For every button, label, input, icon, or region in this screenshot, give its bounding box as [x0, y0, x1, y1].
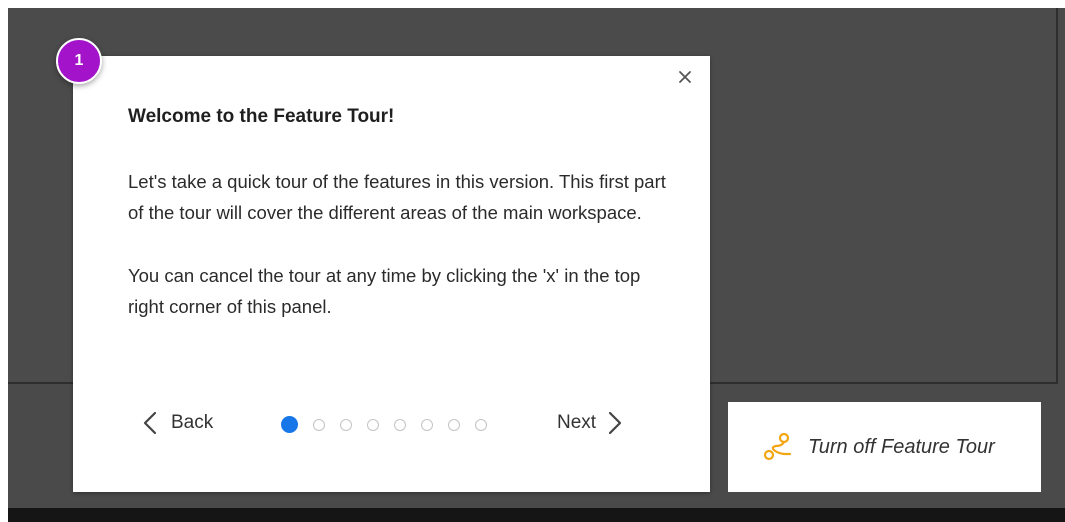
- back-button[interactable]: Back: [143, 408, 213, 438]
- close-button[interactable]: [674, 66, 696, 88]
- feature-tour-panel: Welcome to the Feature Tour! Let's take …: [73, 56, 710, 492]
- pager-dot-4[interactable]: [367, 418, 379, 431]
- pager-dot-5[interactable]: [394, 418, 406, 431]
- tour-paragraph-cancel: You can cancel the tour at any time by c…: [128, 265, 641, 317]
- chevron-left-icon: [143, 411, 157, 435]
- back-label: Back: [171, 412, 214, 433]
- tour-paragraph-intro: Let's take a quick tour of the features …: [128, 171, 666, 223]
- pager-dot-6[interactable]: [421, 418, 433, 431]
- step-pager: [281, 416, 487, 433]
- chevron-right-icon: [608, 411, 622, 435]
- route-icon: [763, 432, 792, 461]
- next-label: Next: [557, 412, 597, 433]
- pager-dot-2[interactable]: [313, 418, 325, 431]
- pager-dot-8[interactable]: [475, 418, 487, 431]
- bottom-bar: [8, 508, 1065, 522]
- next-button[interactable]: Next: [557, 408, 622, 438]
- tour-body: Let's take a quick tour of the features …: [128, 166, 668, 322]
- pager-dot-7[interactable]: [448, 418, 460, 431]
- close-icon: [679, 71, 691, 83]
- pager-dot-3[interactable]: [340, 418, 352, 431]
- pager-dot-1[interactable]: [281, 416, 298, 433]
- tour-title: Welcome to the Feature Tour!: [128, 106, 395, 127]
- turn-off-feature-tour-label: Turn off Feature Tour: [808, 435, 995, 458]
- step-number-badge: 1: [56, 38, 102, 84]
- turn-off-feature-tour-button[interactable]: Turn off Feature Tour: [728, 402, 1041, 492]
